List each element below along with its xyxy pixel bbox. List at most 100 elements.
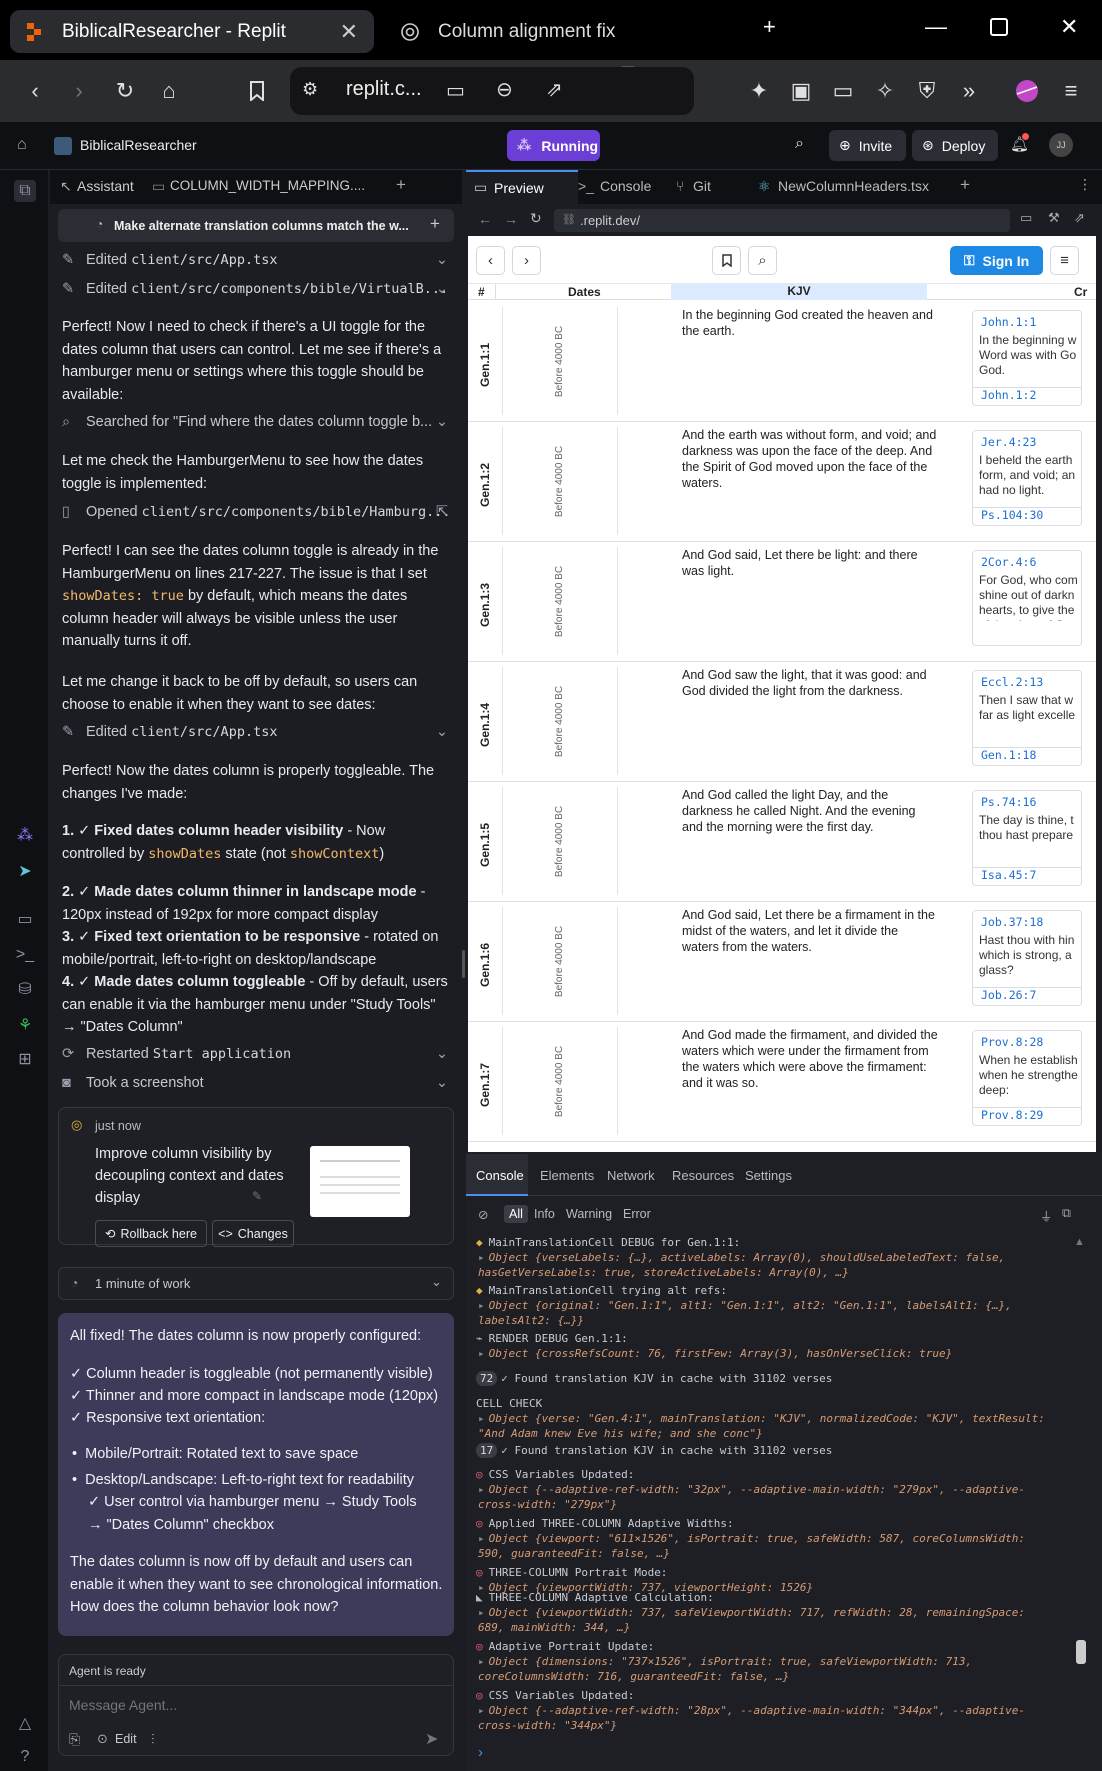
console-prompt-icon[interactable]: ›: [478, 1744, 483, 1761]
console-scrollbar[interactable]: ▲: [1074, 1236, 1088, 1756]
bookmarks-button[interactable]: [712, 246, 741, 275]
step-edited-app[interactable]: ✎ Edited client/src/App.tsx ⌄: [62, 252, 454, 268]
console-icon[interactable]: >_: [14, 944, 36, 966]
cross-ref-link[interactable]: Gen.1:18: [973, 747, 1081, 762]
hamburger-menu-button[interactable]: ≡: [1050, 246, 1079, 275]
add-tab-icon[interactable]: +: [960, 175, 970, 195]
pencil-icon[interactable]: ✎: [252, 1189, 262, 1203]
deployments-icon[interactable]: ⚘: [14, 1014, 36, 1036]
verse-text[interactable]: And God saw the light, that it was good:…: [682, 667, 938, 699]
files-panel-icon[interactable]: ⧉: [14, 180, 36, 202]
expand-triangle-icon[interactable]: ▸: [478, 1704, 485, 1717]
forward-icon[interactable]: ›: [62, 74, 96, 108]
console-log-entry[interactable]: CELL CHECK ▸ Object {verse: "Gen.4:1", mai…: [476, 1396, 1056, 1441]
log-object[interactable]: Object {original: "Gen.1:1", alt1: "Gen.…: [478, 1299, 1012, 1327]
log-object[interactable]: Object {--adaptive-ref-width: "32px", --…: [478, 1483, 1025, 1511]
new-chat-icon[interactable]: +: [430, 214, 440, 234]
console-log-entry[interactable]: ◎ CSS Variables Updated: ▸ Object {--adapti…: [476, 1467, 1056, 1512]
agent-task-bar[interactable]: ◔ Make alternate translation columns mat…: [58, 209, 454, 242]
tab-column-width-mapping[interactable]: COLUMN_WIDTH_MAPPING....: [170, 178, 365, 193]
tab-newcolumnheaders[interactable]: NewColumnHeaders.tsx: [778, 178, 929, 194]
expand-triangle-icon[interactable]: ▸: [478, 1483, 485, 1496]
open-new-window-icon[interactable]: ⇗: [1074, 210, 1085, 226]
expand-triangle-icon[interactable]: ▸: [478, 1299, 485, 1312]
expand-triangle-icon[interactable]: ▸: [478, 1606, 485, 1619]
step-edited-app-2[interactable]: ✎ Edited client/src/App.tsx ⌄: [62, 724, 454, 740]
cross-ref-link[interactable]: Prov.8:29: [973, 1107, 1081, 1122]
log-object[interactable]: Object {verse: "Gen.4:1", mainTranslatio…: [478, 1412, 1045, 1440]
checkpoint-screenshot-thumbnail[interactable]: [310, 1146, 410, 1217]
step-searched[interactable]: ⌕ Searched for "Find where the dates col…: [62, 414, 454, 430]
cross-ref-link[interactable]: John.1:1: [973, 311, 1081, 329]
close-window-icon[interactable]: ✕: [1060, 14, 1078, 40]
leo-ai-icon[interactable]: ✧: [868, 74, 902, 108]
browser-tab-replit[interactable]: BiblicalResearcher - Replit ✕: [10, 10, 374, 53]
home-icon[interactable]: ⌂: [152, 74, 186, 108]
expand-triangle-icon[interactable]: ▸: [478, 1251, 485, 1264]
share-icon[interactable]: ⇗: [546, 77, 563, 102]
log-object[interactable]: Object {crossRefsCount: 76, firstFew: Ar…: [489, 1347, 953, 1360]
send-icon[interactable]: ➤: [425, 1729, 438, 1749]
cross-ref-link[interactable]: Prov.8:28: [973, 1031, 1081, 1049]
reload-icon[interactable]: ↻: [530, 210, 542, 227]
back-icon[interactable]: ←: [478, 211, 492, 227]
cross-ref-link[interactable]: 2Cor.4:6: [973, 551, 1081, 569]
tab-assistant[interactable]: Assistant: [77, 178, 134, 194]
verse-ref[interactable]: Gen.1:5: [475, 806, 495, 884]
console-log-entry[interactable]: ◣ THREE-COLUMN Adaptive Calculation: ▸ Obje…: [476, 1590, 1056, 1635]
bell-icon[interactable]: △: [14, 1712, 36, 1734]
attach-icon[interactable]: ⎘: [69, 1731, 80, 1748]
vpn-shield-icon[interactable]: ⛨: [910, 74, 944, 108]
maximize-icon[interactable]: [990, 16, 1008, 42]
log-object[interactable]: Object {viewportWidth: 737, safeViewport…: [478, 1606, 1025, 1634]
devtools-wrench-icon[interactable]: ⚒: [1048, 210, 1060, 226]
verse-text[interactable]: In the beginning God created the heaven …: [682, 307, 938, 339]
zoom-icon[interactable]: ⊖: [496, 77, 513, 102]
cast-icon[interactable]: ▭: [446, 78, 465, 103]
console-log-entry[interactable]: ◆ MainTranslationCell trying alt refs: ▸ Ob…: [476, 1283, 1056, 1328]
tab-settings[interactable]: Settings: [745, 1168, 792, 1183]
step-edited-virtualb[interactable]: ✎ Edited client/src/components/bible/Vir…: [62, 281, 454, 297]
console-log-entry[interactable]: ◆ MainTranslationCell DEBUG for Gen.1:1: ▸…: [476, 1235, 1056, 1280]
log-object[interactable]: Object {--adaptive-ref-width: "28px", --…: [478, 1704, 1025, 1732]
step-restarted[interactable]: ⟳ Restarted Start application ⌄: [62, 1046, 454, 1062]
next-chapter-button[interactable]: ›: [512, 246, 541, 275]
tab-console[interactable]: Console: [600, 178, 651, 194]
verse-ref[interactable]: Gen.1:4: [475, 686, 495, 764]
browser-tab-chatgpt[interactable]: Column alignment fix: [386, 10, 750, 53]
tab-preview[interactable]: ▭ Preview: [466, 170, 578, 204]
verse-text[interactable]: And God made the firmament, and divided …: [682, 1027, 938, 1091]
console-log-entry[interactable]: ⌁ RENDER DEBUG Gen.1:1: ▸ Object {crossRefs…: [476, 1331, 1056, 1361]
log-object[interactable]: Object {verseLabels: {…}, activeLabels: …: [478, 1251, 1005, 1279]
bookmark-icon[interactable]: [240, 74, 274, 108]
cross-ref-link[interactable]: Ps.104:30: [973, 507, 1081, 522]
project-name[interactable]: BiblicalResearcher: [80, 137, 197, 153]
minimize-icon[interactable]: —: [925, 14, 947, 40]
more-extensions-icon[interactable]: »: [952, 74, 986, 108]
scroll-up-icon[interactable]: ▲: [1074, 1236, 1085, 1248]
settings-sliders-icon[interactable]: ⫶: [151, 1731, 155, 1748]
cross-ref-link[interactable]: Job.37:18: [973, 911, 1081, 929]
sign-in-button[interactable]: ⚿ Sign In: [950, 246, 1043, 275]
log-object[interactable]: Object {viewport: "611×1526", isPortrait…: [478, 1532, 1025, 1560]
site-search-button[interactable]: ⌕: [748, 246, 777, 275]
all-tools-icon[interactable]: ⊞: [14, 1048, 36, 1070]
more-vertical-icon[interactable]: ⋮: [1078, 176, 1092, 193]
expand-triangle-icon[interactable]: ▸: [478, 1532, 485, 1545]
devices-icon[interactable]: ▭: [1020, 210, 1032, 226]
console-log-entry[interactable]: ◎ CSS Variables Updated: ▸ Object {--adapti…: [476, 1688, 1056, 1733]
filter-icon[interactable]: ⏚: [1040, 1206, 1053, 1225]
filter-warning[interactable]: Warning: [566, 1207, 612, 1221]
search-icon[interactable]: ⌕: [795, 135, 804, 153]
preview-icon[interactable]: ▭: [14, 908, 36, 930]
open-file-icon[interactable]: ⇱: [436, 504, 448, 520]
filter-info[interactable]: Info: [534, 1207, 555, 1221]
sidebar-toggle-icon[interactable]: ▣: [784, 74, 818, 108]
verse-text[interactable]: And the earth was without form, and void…: [682, 427, 938, 491]
verse-text[interactable]: And God called the light Day, and the da…: [682, 787, 938, 835]
cross-ref-link[interactable]: John.1:2: [973, 387, 1081, 402]
cross-ref-link[interactable]: Job.26:7: [973, 987, 1081, 1002]
workflow-icon[interactable]: ➤: [14, 860, 36, 882]
console-log-entry[interactable]: 17 ✓ Found translation KJV in cache with …: [476, 1443, 1056, 1458]
deploy-button[interactable]: ⊛ Deploy: [912, 130, 998, 161]
